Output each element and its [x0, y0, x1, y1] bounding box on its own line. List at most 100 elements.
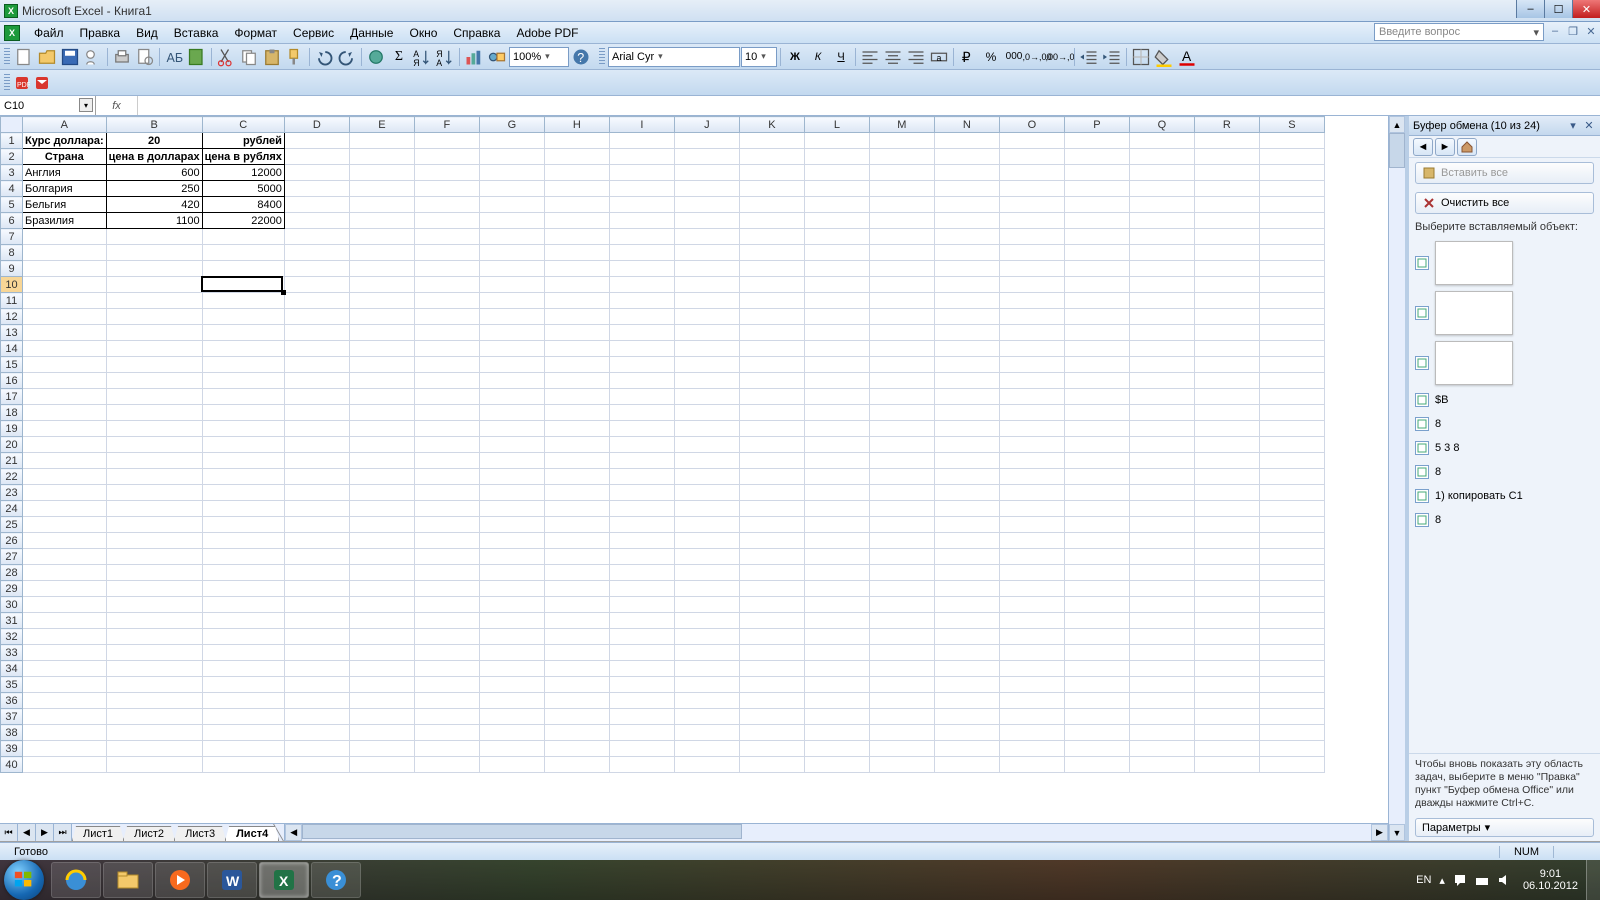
cell-J22[interactable]: [674, 469, 739, 485]
cell-K30[interactable]: [739, 597, 804, 613]
cell-S6[interactable]: [1259, 213, 1324, 229]
cell-Q5[interactable]: [1129, 197, 1194, 213]
cell-K29[interactable]: [739, 581, 804, 597]
cell-E18[interactable]: [349, 405, 414, 421]
cell-H6[interactable]: [544, 213, 609, 229]
cell-C40[interactable]: [202, 757, 284, 773]
cell-S4[interactable]: [1259, 181, 1324, 197]
cell-F14[interactable]: [414, 341, 479, 357]
row-header-39[interactable]: 39: [1, 741, 23, 757]
permission-button[interactable]: [82, 46, 104, 68]
cell-M11[interactable]: [869, 293, 934, 309]
cell-K33[interactable]: [739, 645, 804, 661]
copy-button[interactable]: [238, 46, 260, 68]
cell-M7[interactable]: [869, 229, 934, 245]
cell-I16[interactable]: [609, 373, 674, 389]
cell-C38[interactable]: [202, 725, 284, 741]
cell-F20[interactable]: [414, 437, 479, 453]
cell-J25[interactable]: [674, 517, 739, 533]
cell-O39[interactable]: [999, 741, 1064, 757]
cell-I31[interactable]: [609, 613, 674, 629]
cell-D39[interactable]: [284, 741, 349, 757]
cell-S26[interactable]: [1259, 533, 1324, 549]
menu-format[interactable]: Формат: [226, 24, 285, 42]
cell-L37[interactable]: [804, 709, 869, 725]
cell-C29[interactable]: [202, 581, 284, 597]
cell-M2[interactable]: [869, 149, 934, 165]
cell-C19[interactable]: [202, 421, 284, 437]
cell-P29[interactable]: [1064, 581, 1129, 597]
cell-C8[interactable]: [202, 245, 284, 261]
cell-I24[interactable]: [609, 501, 674, 517]
column-header-Q[interactable]: Q: [1129, 117, 1194, 133]
cell-G33[interactable]: [479, 645, 544, 661]
cell-R24[interactable]: [1194, 501, 1259, 517]
cell-G17[interactable]: [479, 389, 544, 405]
cell-R33[interactable]: [1194, 645, 1259, 661]
cell-D18[interactable]: [284, 405, 349, 421]
cell-D28[interactable]: [284, 565, 349, 581]
adobe-pdf-email-button[interactable]: [32, 73, 52, 93]
clipboard-item[interactable]: [1413, 238, 1596, 288]
cell-O18[interactable]: [999, 405, 1064, 421]
cell-K6[interactable]: [739, 213, 804, 229]
sheet-tab-Лист3[interactable]: Лист3: [174, 826, 226, 841]
cell-F40[interactable]: [414, 757, 479, 773]
cell-N10[interactable]: [934, 277, 999, 293]
cell-L11[interactable]: [804, 293, 869, 309]
cell-B5[interactable]: 420: [106, 197, 202, 213]
cell-M38[interactable]: [869, 725, 934, 741]
cell-Q9[interactable]: [1129, 261, 1194, 277]
cell-Q27[interactable]: [1129, 549, 1194, 565]
chevron-down-icon[interactable]: ▾: [79, 98, 93, 112]
cell-D19[interactable]: [284, 421, 349, 437]
cell-E30[interactable]: [349, 597, 414, 613]
underline-button[interactable]: Ч: [830, 46, 852, 68]
cell-J24[interactable]: [674, 501, 739, 517]
cell-O27[interactable]: [999, 549, 1064, 565]
column-header-S[interactable]: S: [1259, 117, 1324, 133]
cell-L7[interactable]: [804, 229, 869, 245]
cell-G28[interactable]: [479, 565, 544, 581]
cell-H1[interactable]: [544, 133, 609, 149]
cell-D31[interactable]: [284, 613, 349, 629]
cell-F2[interactable]: [414, 149, 479, 165]
cell-J1[interactable]: [674, 133, 739, 149]
cell-H27[interactable]: [544, 549, 609, 565]
cell-E21[interactable]: [349, 453, 414, 469]
clipboard-item[interactable]: 8: [1413, 412, 1596, 436]
cell-E35[interactable]: [349, 677, 414, 693]
cell-N1[interactable]: [934, 133, 999, 149]
cell-G38[interactable]: [479, 725, 544, 741]
cell-E12[interactable]: [349, 309, 414, 325]
cell-C22[interactable]: [202, 469, 284, 485]
cell-A34[interactable]: [23, 661, 107, 677]
cell-K37[interactable]: [739, 709, 804, 725]
cell-K20[interactable]: [739, 437, 804, 453]
cell-R35[interactable]: [1194, 677, 1259, 693]
cell-D15[interactable]: [284, 357, 349, 373]
cell-P11[interactable]: [1064, 293, 1129, 309]
cell-R14[interactable]: [1194, 341, 1259, 357]
cell-J14[interactable]: [674, 341, 739, 357]
cell-E20[interactable]: [349, 437, 414, 453]
column-header-O[interactable]: O: [999, 117, 1064, 133]
cell-P6[interactable]: [1064, 213, 1129, 229]
cell-R27[interactable]: [1194, 549, 1259, 565]
taskpane-back-button[interactable]: ◄: [1413, 138, 1433, 156]
cell-F10[interactable]: [414, 277, 479, 293]
cell-O4[interactable]: [999, 181, 1064, 197]
cell-K27[interactable]: [739, 549, 804, 565]
font-color-button[interactable]: A: [1176, 46, 1198, 68]
taskpane-dropdown-button[interactable]: ▾: [1566, 119, 1580, 133]
cell-Q10[interactable]: [1129, 277, 1194, 293]
sort-asc-button[interactable]: АЯ: [411, 46, 433, 68]
scroll-down-button[interactable]: ▼: [1389, 824, 1405, 841]
cell-P23[interactable]: [1064, 485, 1129, 501]
cell-Q2[interactable]: [1129, 149, 1194, 165]
cell-J20[interactable]: [674, 437, 739, 453]
cell-E23[interactable]: [349, 485, 414, 501]
cell-O10[interactable]: [999, 277, 1064, 293]
cell-D20[interactable]: [284, 437, 349, 453]
cell-A29[interactable]: [23, 581, 107, 597]
